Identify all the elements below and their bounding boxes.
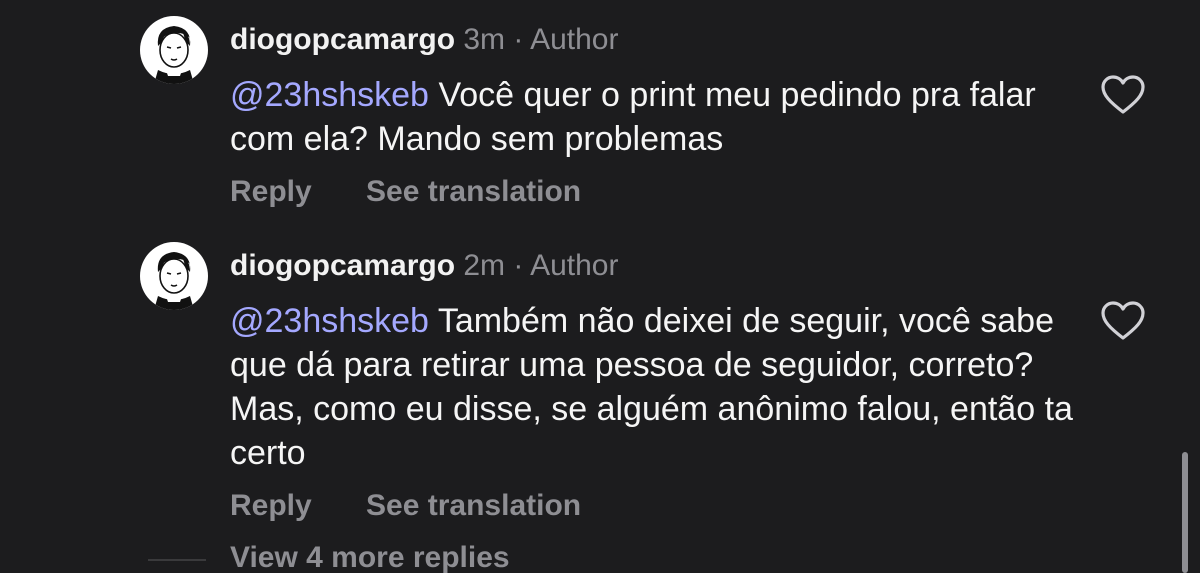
comment-text: @23hshskeb Também não deixei de seguir, … [230, 299, 1080, 475]
comment-meta: diogopcamargo 2m · Author [230, 248, 618, 284]
avatar[interactable] [140, 242, 208, 310]
comment-2: diogopcamargo 2m · Author @23hshskeb Tam… [0, 0, 1200, 540]
author-badge: Author [530, 249, 619, 282]
scrollbar[interactable] [1182, 452, 1188, 573]
mention-link[interactable]: @23hshskeb [230, 302, 429, 340]
replies-divider-line [148, 559, 206, 561]
comment-actions: Reply See translation [230, 488, 581, 524]
see-translation-button[interactable]: See translation [366, 488, 581, 524]
separator: · [513, 249, 524, 282]
view-more-replies-label[interactable]: View 4 more replies [230, 540, 510, 573]
avatar-illustration-icon [154, 252, 194, 310]
heart-outline-icon[interactable] [1100, 300, 1146, 342]
timestamp: 2m [463, 249, 506, 282]
username[interactable]: diogopcamargo [230, 249, 455, 282]
reply-button[interactable]: Reply [230, 488, 312, 524]
